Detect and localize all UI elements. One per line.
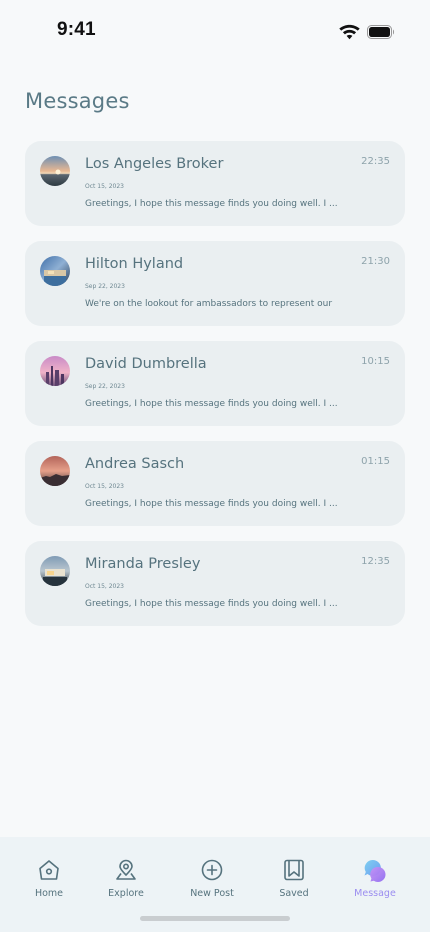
message-time: 12:35 — [361, 556, 390, 567]
avatar — [40, 456, 70, 486]
message-date: Sep 22, 2023 — [85, 383, 125, 390]
tab-label: Explore — [108, 888, 144, 899]
chat-bubbles-icon — [364, 859, 386, 882]
avatar — [40, 256, 70, 286]
message-card[interactable]: Los Angeles Broker Oct 15, 2023 22:35 Gr… — [25, 141, 405, 226]
message-date: Oct 15, 2023 — [85, 583, 124, 590]
wifi-icon — [339, 24, 360, 40]
tab-label: Home — [34, 888, 64, 899]
message-preview: We're on the lookout for ambassadors to … — [85, 299, 333, 309]
sender-name: Miranda Presley — [85, 556, 201, 572]
status-bar: 9:41 — [0, 0, 430, 60]
message-preview: Greetings, I hope this message finds you… — [85, 599, 338, 609]
tab-label: Message — [354, 888, 396, 899]
message-time: 21:30 — [361, 256, 390, 267]
status-time: 9:41 — [57, 19, 96, 40]
message-date: Oct 15, 2023 — [85, 183, 124, 190]
avatar — [40, 156, 70, 186]
dusk-skyline-photo — [40, 456, 70, 486]
location-pin-icon — [116, 859, 136, 880]
bookmark-icon — [284, 859, 304, 881]
tab-message[interactable]: Message — [335, 858, 415, 908]
sender-name: Hilton Hyland — [85, 256, 184, 272]
message-preview: Greetings, I hope this message finds you… — [85, 499, 338, 509]
house-pool-photo — [40, 256, 70, 286]
city-skyline-pink-photo — [40, 356, 70, 386]
home-icon — [39, 860, 59, 880]
page-title: Messages — [25, 89, 130, 113]
tab-home[interactable]: Home — [9, 858, 89, 908]
tab-label: New Post — [190, 888, 234, 899]
message-preview: Greetings, I hope this message finds you… — [85, 399, 338, 409]
message-time: 01:15 — [361, 456, 390, 467]
plus-circle-icon — [201, 859, 223, 881]
message-list: Los Angeles Broker Oct 15, 2023 22:35 Gr… — [25, 141, 405, 641]
message-date: Oct 15, 2023 — [85, 483, 124, 490]
message-card[interactable]: Hilton Hyland Sep 22, 2023 21:30 We're o… — [25, 241, 405, 326]
avatar — [40, 356, 70, 386]
message-card[interactable]: Miranda Presley Oct 15, 2023 12:35 Greet… — [25, 541, 405, 626]
tab-label: Saved — [279, 888, 309, 899]
message-card[interactable]: David Dumbrella Sep 22, 2023 10:15 Greet… — [25, 341, 405, 426]
message-preview: Greetings, I hope this message finds you… — [85, 199, 338, 209]
message-date: Sep 22, 2023 — [85, 283, 125, 290]
tab-new-post[interactable]: New Post — [172, 858, 252, 908]
message-card[interactable]: Andrea Sasch Oct 15, 2023 01:15 Greeting… — [25, 441, 405, 526]
sender-name: Los Angeles Broker — [85, 156, 224, 172]
sender-name: Andrea Sasch — [85, 456, 185, 472]
tab-explore[interactable]: Explore — [86, 858, 166, 908]
home-indicator — [140, 916, 290, 921]
modern-house-photo — [40, 556, 70, 586]
coastal-sunset-photo — [40, 156, 70, 186]
sender-name: David Dumbrella — [85, 356, 207, 372]
tab-saved[interactable]: Saved — [254, 858, 334, 908]
avatar — [40, 556, 70, 586]
battery-icon — [367, 25, 395, 39]
message-time: 22:35 — [361, 156, 390, 167]
message-time: 10:15 — [361, 356, 390, 367]
